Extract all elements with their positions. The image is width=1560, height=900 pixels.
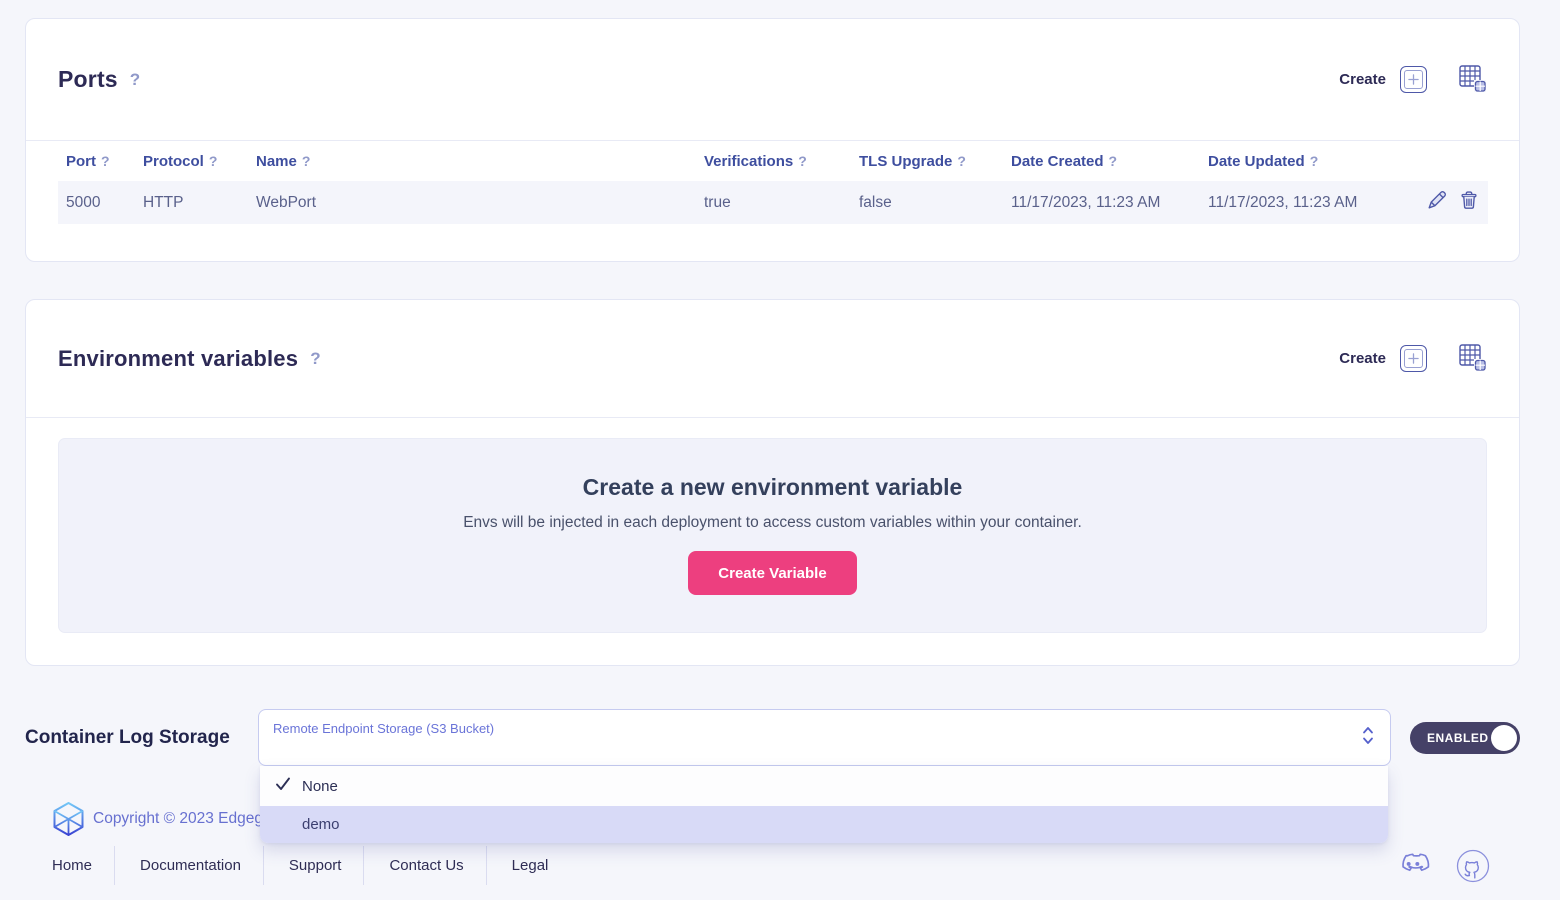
log-storage-toggle[interactable]: ENABLED [1410,722,1520,754]
cell-date-created: 11/17/2023, 11:23 AM [1003,181,1200,224]
footer-link-legal[interactable]: Legal [512,857,549,874]
col-actions [1400,141,1488,181]
toggle-label: ENABLED [1427,731,1489,745]
help-icon[interactable]: ? [130,70,140,90]
github-icon[interactable] [1456,849,1490,883]
ports-table: Port? Protocol? Name? Verifications? TLS… [58,141,1488,224]
table-columns-button[interactable] [1459,344,1486,374]
col-verifications: Verifications? [696,141,851,181]
plus-icon [1404,349,1423,368]
create-label: Create [1339,350,1386,367]
help-icon[interactable]: ? [302,153,311,169]
option-none[interactable]: None [260,766,1388,806]
plus-icon [1404,70,1423,89]
trash-icon [1458,189,1480,214]
create-port-button[interactable] [1400,66,1427,93]
empty-state-description: Envs will be injected in each deployment… [463,514,1082,532]
help-icon[interactable]: ? [101,153,110,169]
col-protocol: Protocol? [135,141,248,181]
edgegap-logo [52,802,85,836]
empty-state-title: Create a new environment variable [583,474,963,501]
delete-port-button[interactable] [1458,189,1480,214]
ports-table-header-row: Port? Protocol? Name? Verifications? TLS… [58,141,1488,181]
footer-link-support[interactable]: Support [289,857,342,874]
footer-link-contact-us[interactable]: Contact Us [389,857,463,874]
footer-link-documentation[interactable]: Documentation [140,857,241,874]
col-port: Port? [58,141,135,181]
cell-name: WebPort [248,181,696,224]
help-icon[interactable]: ? [957,153,966,169]
check-icon [274,775,292,798]
cell-verifications: true [696,181,851,224]
env-title: Environment variables [58,346,298,372]
create-env-button[interactable] [1400,345,1427,372]
log-storage-select[interactable]: Remote Endpoint Storage (S3 Bucket) [258,709,1391,766]
env-empty-state: Create a new environment variable Envs w… [58,438,1487,633]
ports-title: Ports [58,66,118,93]
col-date-updated: Date Updated? [1200,141,1400,181]
col-date-created: Date Created? [1003,141,1200,181]
help-icon[interactable]: ? [1109,153,1118,169]
grid-table-icon [1459,344,1486,374]
ports-card-header: Ports ? Create [26,19,1519,141]
table-row: 5000 HTTP WebPort true false 11/17/2023,… [58,181,1488,224]
env-card-header: Environment variables ? Create [26,300,1519,418]
toggle-knob [1491,725,1517,751]
cell-date-updated: 11/17/2023, 11:23 AM [1200,181,1400,224]
environment-variables-card: Environment variables ? Create [25,299,1520,666]
help-icon[interactable]: ? [209,153,218,169]
cell-tls-upgrade: false [851,181,1003,224]
help-icon[interactable]: ? [1310,153,1319,169]
log-storage-dropdown: None demo [260,766,1388,843]
page: Ports ? Create [0,0,1560,900]
pencil-icon [1426,189,1448,214]
footer-nav: Home Documentation Support Contact Us Le… [52,846,1490,885]
footer-link-home[interactable]: Home [52,857,92,874]
create-label: Create [1339,71,1386,88]
cell-port: 5000 [58,181,135,224]
container-log-storage-row: Container Log Storage Remote Endpoint St… [25,709,1520,766]
container-log-storage-label: Container Log Storage [25,727,258,749]
ports-card: Ports ? Create [25,18,1520,262]
create-variable-button[interactable]: Create Variable [688,551,856,595]
edit-port-button[interactable] [1426,189,1448,214]
chevron-updown-icon [1361,724,1375,751]
col-name: Name? [248,141,696,181]
help-icon[interactable]: ? [310,349,320,369]
copyright-text: Copyright © 2023 Edgegap [93,810,280,828]
discord-icon[interactable] [1394,851,1432,881]
col-tls-upgrade: TLS Upgrade? [851,141,1003,181]
log-storage-select-label: Remote Endpoint Storage (S3 Bucket) [273,721,1350,736]
table-columns-button[interactable] [1459,65,1486,95]
help-icon[interactable]: ? [798,153,807,169]
grid-table-icon [1459,65,1486,95]
option-demo[interactable]: demo [260,806,1388,843]
cell-protocol: HTTP [135,181,248,224]
